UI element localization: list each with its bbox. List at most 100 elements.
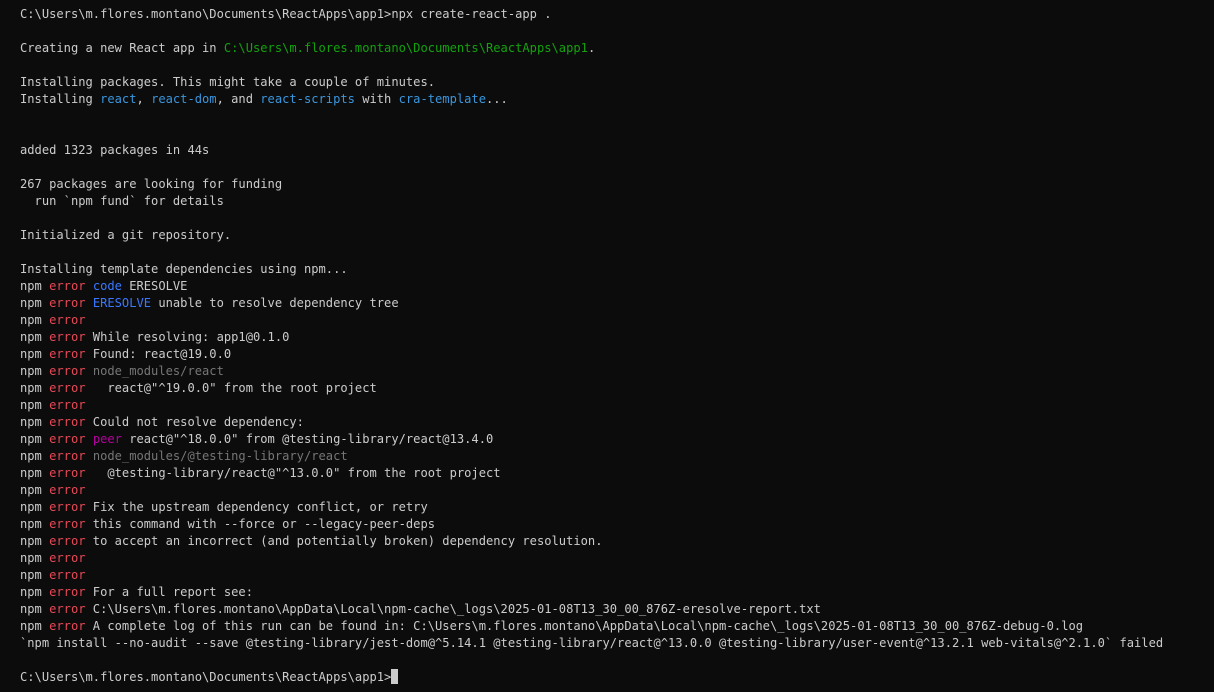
terminal-line: npm error code ERESOLVE (20, 278, 1214, 295)
output-text: Initialized a git repository. (20, 228, 232, 242)
error-red-text: error (49, 296, 86, 310)
output-text: `npm install --no-audit --save @testing-… (20, 636, 1164, 650)
output-text: Installing (20, 92, 101, 106)
output-text: npm (20, 415, 50, 429)
terminal-line: npm error Could not resolve dependency: (20, 414, 1214, 431)
terminal-line: npm error A complete log of this run can… (20, 618, 1214, 635)
error-red-text: error (49, 466, 86, 480)
terminal-line: npm error (20, 567, 1214, 584)
output-text: added 1323 packages in 44s (20, 143, 210, 157)
error-red-text: error (49, 534, 86, 548)
output-text: to accept an incorrect (and potentially … (85, 534, 603, 548)
terminal-line: npm error While resolving: app1@0.1.0 (20, 329, 1214, 346)
terminal-line: npm error ERESOLVE unable to resolve dep… (20, 295, 1214, 312)
error-red-text: error (49, 517, 86, 531)
output-text: run `npm fund` for details (20, 194, 224, 208)
terminal-line: npm error C:\Users\m.flores.montano\AppD… (20, 601, 1214, 618)
output-text: Could not resolve dependency: (85, 415, 304, 429)
cursor-block (391, 669, 399, 684)
terminal-line: npm error (20, 312, 1214, 329)
output-text: , (136, 92, 152, 106)
output-text: npm (20, 279, 50, 293)
error-red-text: error (49, 381, 86, 395)
package-cyan-text: react-dom (151, 92, 217, 106)
error-red-text: error (49, 619, 86, 633)
output-text: Installing template dependencies using n… (20, 262, 348, 276)
terminal-line: npm error Fix the upstream dependency co… (20, 499, 1214, 516)
output-text: , and (216, 92, 261, 106)
terminal-line: npm error For a full report see: (20, 584, 1214, 601)
code-blue-text: ERESOLVE (92, 296, 152, 310)
terminal-line: Creating a new React app in C:\Users\m.f… (20, 40, 1214, 57)
terminal-line: npm error peer react@"^18.0.0" from @tes… (20, 431, 1214, 448)
output-text: with (354, 92, 399, 106)
terminal-line: npm error react@"^19.0.0" from the root … (20, 380, 1214, 397)
terminal-window[interactable]: C:\Users\m.flores.montano\Documents\Reac… (0, 0, 1214, 692)
error-red-text: error (49, 313, 86, 327)
output-text: npm (20, 551, 50, 565)
error-red-text: error (49, 279, 86, 293)
dim-gray-text: node_modules/@testing-library/react (92, 449, 348, 463)
output-text: npm (20, 466, 50, 480)
error-red-text: error (49, 432, 86, 446)
output-text: npm (20, 381, 50, 395)
output-text: npm (20, 568, 50, 582)
error-red-text: error (49, 415, 86, 429)
error-red-text: error (49, 347, 86, 361)
error-red-text: error (49, 364, 86, 378)
output-text: npm (20, 296, 50, 310)
terminal-line: added 1323 packages in 44s (20, 142, 1214, 159)
output-text: npm (20, 330, 50, 344)
code-blue-text: code (92, 279, 122, 293)
error-red-text: error (49, 398, 86, 412)
terminal-line: npm error (20, 550, 1214, 567)
output-text: npm (20, 483, 50, 497)
output-text: . (587, 41, 596, 55)
output-text: npm (20, 602, 50, 616)
output-text: C:\Users\m.flores.montano\Documents\Reac… (20, 670, 392, 684)
output-text: npm (20, 500, 50, 514)
terminal-line: run `npm fund` for details (20, 193, 1214, 210)
output-text: npm (20, 517, 50, 531)
output-text: Fix the upstream dependency conflict, or… (85, 500, 428, 514)
output-text: Creating a new React app in (20, 41, 224, 55)
error-red-text: error (49, 500, 86, 514)
error-red-text: error (49, 568, 86, 582)
output-text: C:\Users\m.flores.montano\AppData\Local\… (85, 602, 821, 616)
output-text: npm (20, 619, 50, 633)
package-cyan-text: react (100, 92, 137, 106)
terminal-line: Installing packages. This might take a c… (20, 74, 1214, 91)
terminal-line: npm error (20, 482, 1214, 499)
terminal-line: npm error Found: react@19.0.0 (20, 346, 1214, 363)
peer-magenta-text: peer (92, 432, 122, 446)
terminal-line: npm error @testing-library/react@"^13.0.… (20, 465, 1214, 482)
output-text: A complete log of this run can be found … (85, 619, 1084, 633)
output-text: 267 packages are looking for funding (20, 177, 283, 191)
terminal-line: npm error node_modules/react (20, 363, 1214, 380)
output-text: Installing packages. This might take a c… (20, 75, 436, 89)
output-text: react@"^19.0.0" from the root project (85, 381, 377, 395)
terminal-line: `npm install --no-audit --save @testing-… (20, 635, 1214, 652)
error-red-text: error (49, 585, 86, 599)
output-text: npm (20, 398, 50, 412)
output-text: While resolving: app1@0.1.0 (85, 330, 290, 344)
terminal-line: C:\Users\m.flores.montano\Documents\Reac… (20, 669, 1214, 686)
error-red-text: error (49, 551, 86, 565)
output-text: npm (20, 534, 50, 548)
terminal-output: C:\Users\m.flores.montano\Documents\Reac… (20, 6, 1214, 686)
package-cyan-text: cra-template (398, 92, 486, 106)
terminal-line: npm error (20, 397, 1214, 414)
output-text: this command with --force or --legacy-pe… (85, 517, 436, 531)
package-cyan-text: react-scripts (260, 92, 355, 106)
terminal-line: Installing template dependencies using n… (20, 261, 1214, 278)
output-text: ... (486, 92, 508, 106)
error-red-text: error (49, 602, 86, 616)
output-text: npm (20, 432, 50, 446)
